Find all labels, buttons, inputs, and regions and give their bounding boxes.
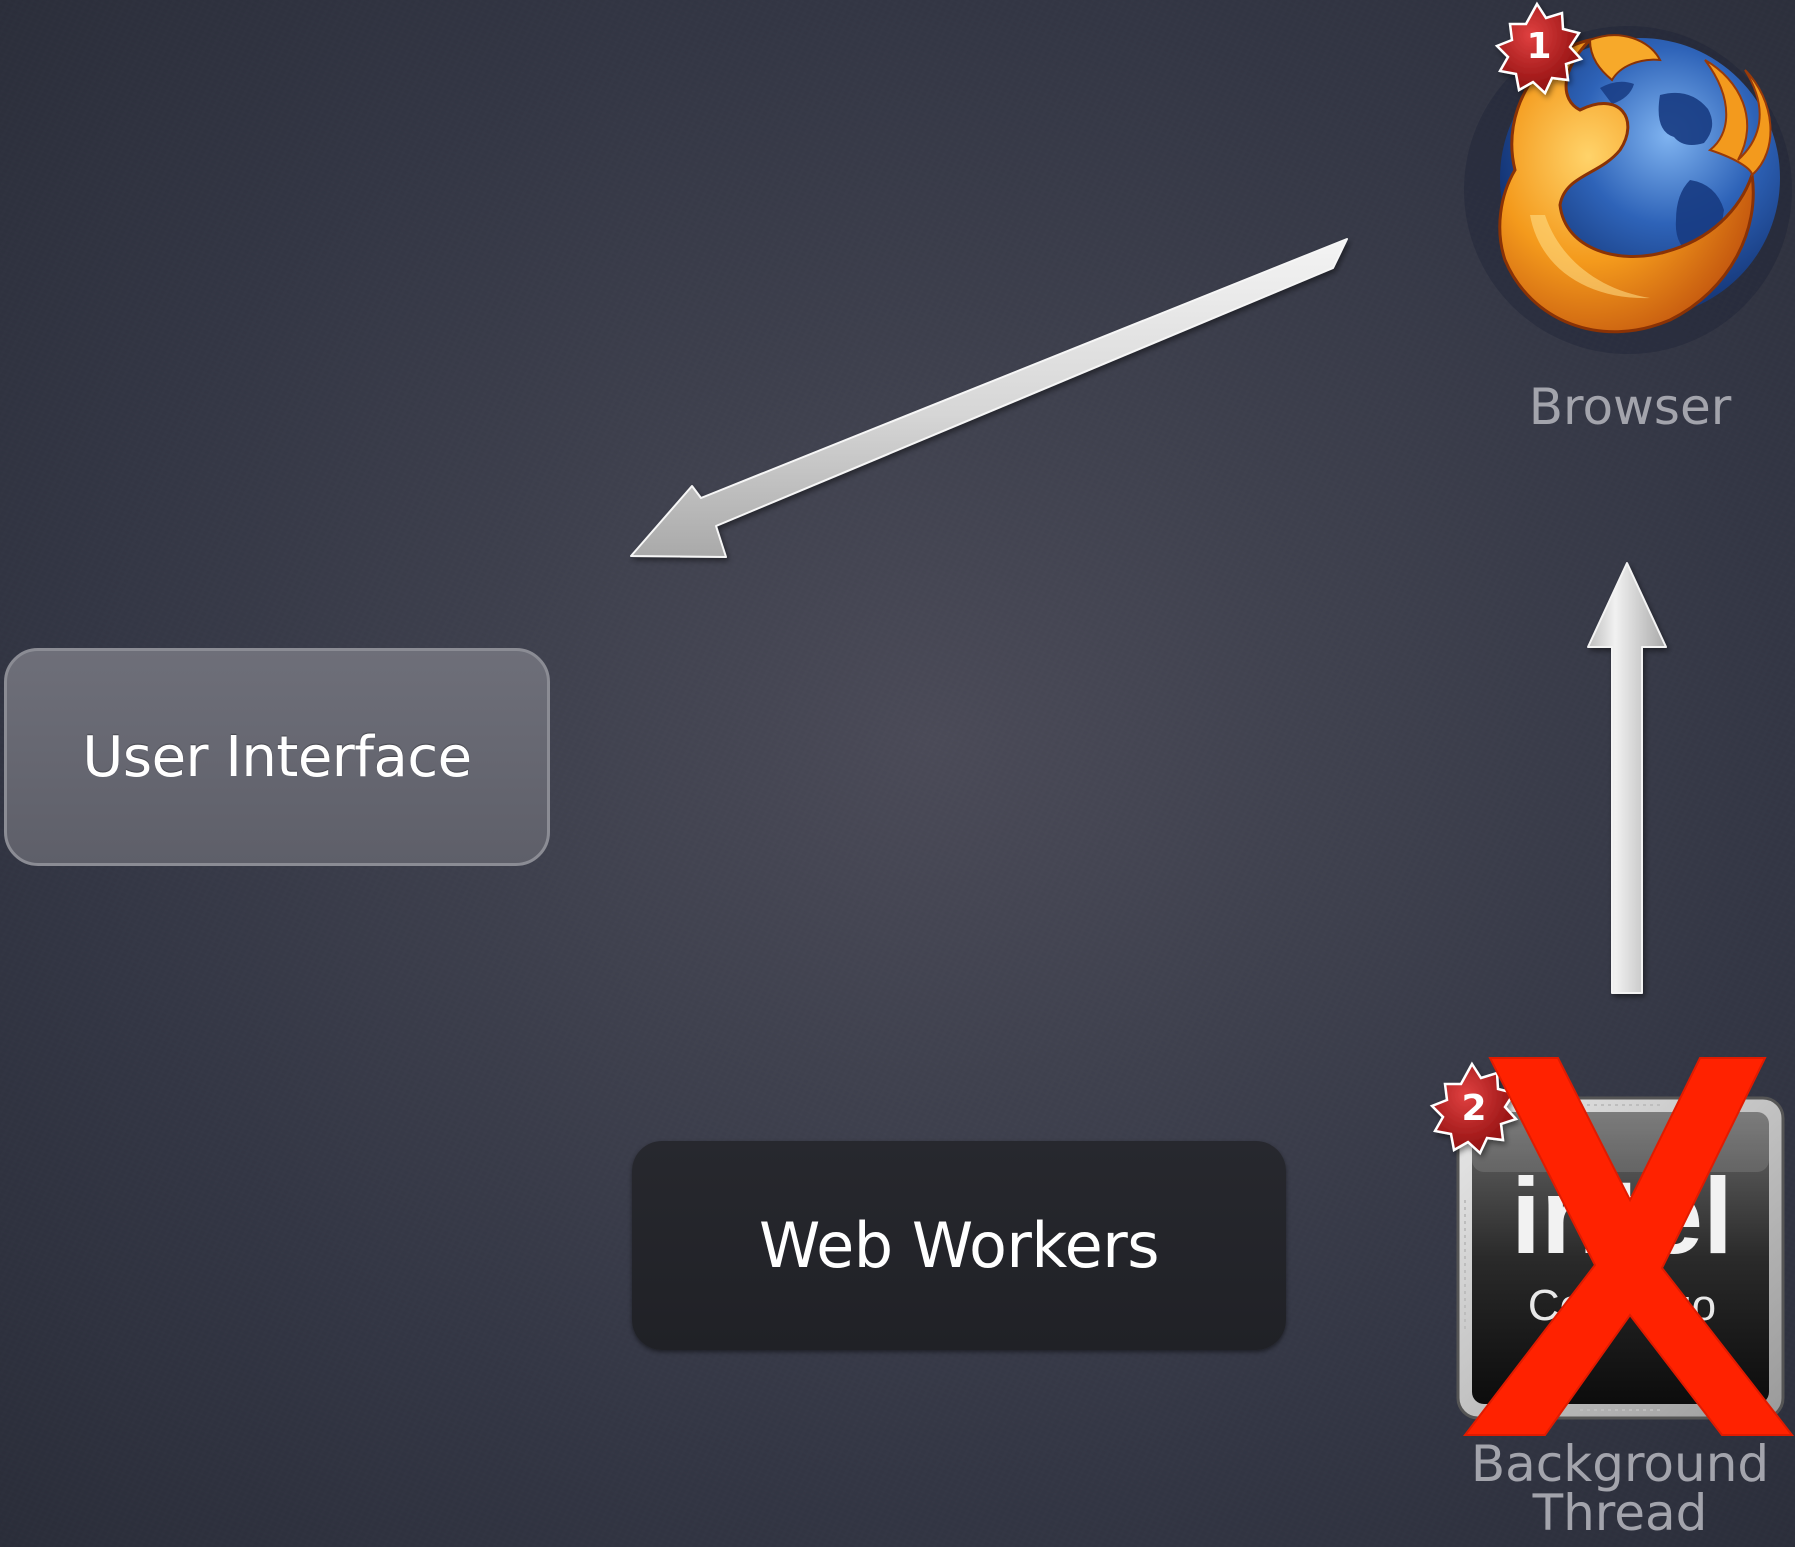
firefox-logo-icon [1464,26,1792,354]
arrow-browser-to-ui [630,238,1348,558]
browser-label: Browser [1528,378,1732,436]
background-thread-label: Background Thread [1470,1435,1770,1542]
arrow-thread-to-browser [1587,562,1667,994]
badge-2-number: 2 [1461,1088,1486,1129]
badge-1-number: 1 [1526,26,1551,67]
user-interface-node: User Interface [4,648,550,866]
web-workers-node: Web Workers [632,1141,1286,1350]
user-interface-label: User Interface [82,724,472,790]
web-workers-label: Web Workers [758,1209,1160,1282]
